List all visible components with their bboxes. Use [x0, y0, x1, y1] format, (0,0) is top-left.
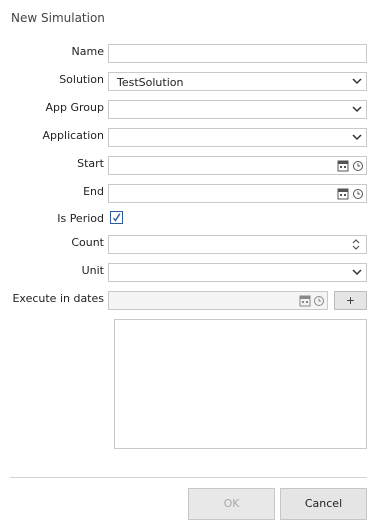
clock-icon	[314, 296, 324, 306]
divider	[10, 477, 367, 478]
unit-select[interactable]	[108, 263, 367, 282]
name-field[interactable]	[108, 44, 367, 63]
unit-label: Unit	[81, 264, 104, 277]
start-label: Start	[77, 157, 104, 170]
spinner-icon[interactable]	[351, 237, 361, 252]
execution-dates-list[interactable]	[114, 319, 367, 449]
count-stepper[interactable]	[108, 235, 367, 254]
solution-select[interactable]: TestSolution	[108, 72, 367, 91]
execute-in-dates-field	[108, 291, 328, 310]
end-datetime-field[interactable]	[108, 184, 367, 203]
chevron-down-icon	[352, 269, 362, 276]
chevron-down-icon	[352, 134, 362, 141]
ok-button[interactable]: OK	[188, 488, 275, 520]
chevron-down-icon	[352, 78, 362, 85]
chevron-down-icon	[352, 106, 362, 113]
application-label: Application	[42, 129, 104, 142]
app-group-label: App Group	[45, 101, 104, 114]
execute-in-dates-label: Execute in dates	[12, 292, 104, 305]
count-label: Count	[71, 236, 104, 249]
calendar-icon[interactable]	[337, 159, 349, 172]
name-label: Name	[71, 45, 104, 58]
calendar-icon	[299, 295, 311, 307]
app-group-select[interactable]	[108, 100, 367, 119]
end-label: End	[83, 185, 104, 198]
cancel-button[interactable]: Cancel	[280, 488, 367, 520]
clock-icon[interactable]	[352, 159, 364, 172]
window-title: New Simulation	[11, 11, 105, 25]
is-period-checkbox[interactable]	[110, 211, 123, 224]
solution-value: TestSolution	[117, 76, 184, 89]
start-datetime-field[interactable]	[108, 156, 367, 175]
solution-label: Solution	[59, 73, 104, 86]
add-date-button[interactable]: +	[334, 291, 367, 310]
application-select[interactable]	[108, 128, 367, 147]
is-period-label: Is Period	[57, 212, 104, 225]
checkmark-icon	[112, 213, 121, 222]
calendar-icon[interactable]	[337, 187, 349, 200]
clock-icon[interactable]	[352, 187, 364, 200]
